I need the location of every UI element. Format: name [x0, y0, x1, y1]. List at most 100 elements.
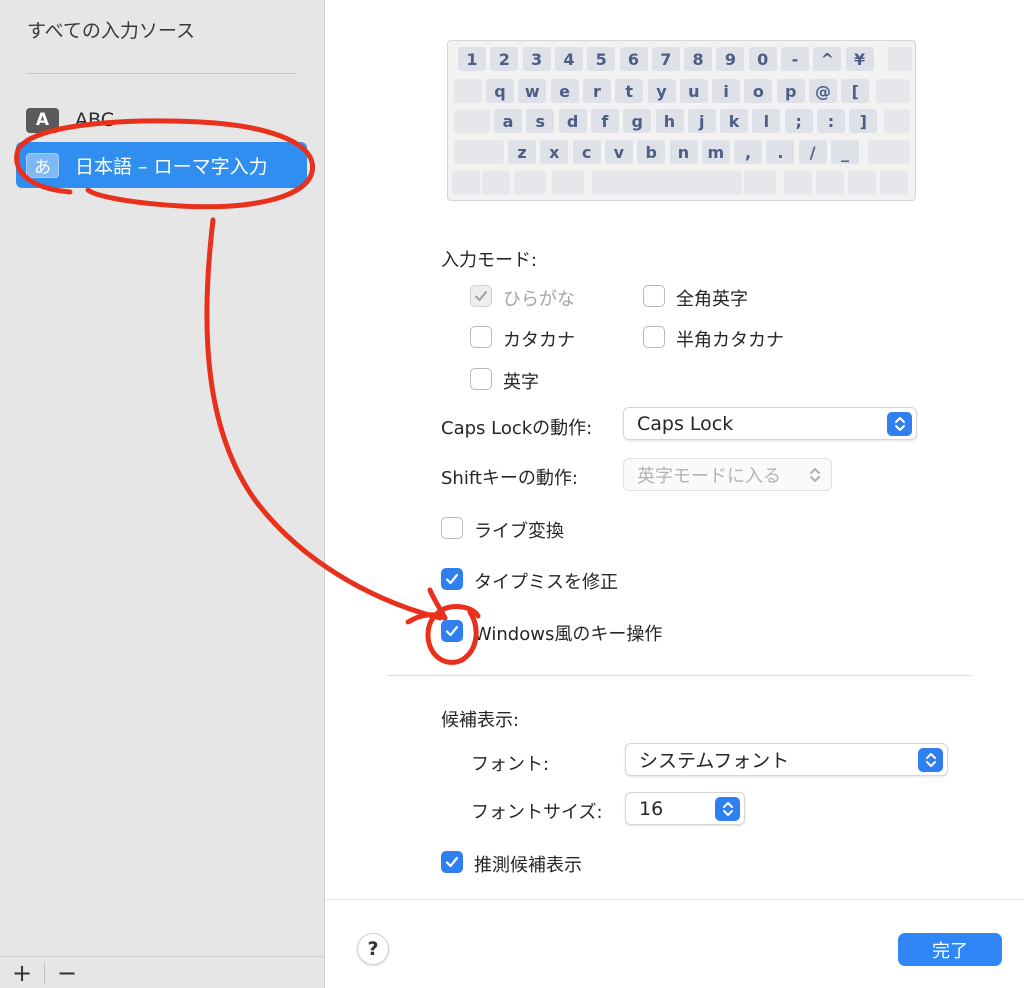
- keyboard-key: b: [637, 140, 666, 164]
- katakana-label: カタカナ: [503, 330, 575, 351]
- keyboard-key: @: [809, 79, 837, 103]
- keyboard-key: c: [572, 140, 601, 164]
- keyboard-key: q: [486, 79, 514, 103]
- keyboard-key: 1: [458, 47, 486, 71]
- keyboard-key-blank: [482, 171, 510, 195]
- windows-keys-checkbox[interactable]: [441, 620, 463, 642]
- font-size-value: 16: [639, 797, 664, 820]
- shift-key-label: Shiftキーの動作:: [441, 468, 578, 489]
- keyboard-key: x: [540, 140, 569, 164]
- keyboard-layout-preview: 1 2 3 4 5 6 7 8 9 0- ^ ¥ q w e r t y u i o p @[a s d f g h j k l;:] z x c…: [447, 40, 916, 201]
- keyboard-key-blank: [454, 109, 490, 133]
- shift-key-popup[interactable]: 英字モードに入る: [623, 458, 832, 491]
- typo-correction-checkbox[interactable]: [441, 568, 463, 590]
- keyboard-key: ¥: [845, 47, 874, 71]
- caps-lock-popup[interactable]: Caps Lock: [623, 407, 917, 440]
- keyboard-key-blank: [514, 171, 546, 195]
- keyboard-key: l: [752, 109, 781, 133]
- keyboard-key-blank: [884, 109, 910, 133]
- footer-divider: [325, 899, 1024, 900]
- candidates-label: 候補表示:: [441, 710, 520, 731]
- katakana-checkbox[interactable]: [470, 326, 492, 348]
- chevron-updown-icon: [715, 797, 740, 821]
- keyboard-key-blank: [452, 171, 480, 195]
- zenkaku-eiji-checkbox[interactable]: [643, 285, 665, 307]
- keyboard-key: z: [508, 140, 536, 164]
- keyboard-key: p: [776, 79, 805, 103]
- sidebar-divider: [26, 73, 297, 74]
- keyboard-key: 2: [490, 47, 519, 71]
- keyboard-key-blank: [880, 171, 908, 195]
- input-source-abc[interactable]: A ABC: [16, 97, 307, 143]
- keyboard-key: h: [655, 109, 684, 133]
- live-conversion-checkbox[interactable]: [441, 517, 463, 539]
- keyboard-key: 5: [587, 47, 616, 71]
- help-button[interactable]: ?: [357, 933, 389, 965]
- keyboard-key-blank: [888, 47, 912, 71]
- abc-icon: A: [26, 107, 59, 133]
- keyboard-key: 8: [684, 47, 713, 71]
- keyboard-key: m: [701, 140, 730, 164]
- keyboard-key: a: [494, 109, 522, 133]
- eiji-label: 英字: [503, 372, 539, 393]
- font-size-label: フォントサイズ:: [471, 802, 603, 823]
- typo-correction-label: タイプミスを修正: [474, 572, 618, 593]
- keyboard-key-blank: [816, 171, 844, 195]
- keyboard-key: _: [831, 140, 859, 164]
- keyboard-key: i: [712, 79, 741, 103]
- font-popup[interactable]: システムフォント: [625, 743, 948, 776]
- keyboard-key: 7: [651, 47, 680, 71]
- input-source-japanese-romaji[interactable]: あ 日本語 – ローマ字入力: [16, 142, 307, 188]
- predictive-candidates-label: 推測候補表示: [474, 855, 582, 876]
- chevron-updown-icon: [918, 748, 943, 772]
- eiji-checkbox[interactable]: [470, 368, 492, 390]
- keyboard-key-blank: [454, 140, 504, 164]
- hiragana-label: ひらがな: [503, 289, 575, 310]
- keyboard-key: y: [647, 79, 676, 103]
- caps-lock-label: Caps Lockの動作:: [441, 418, 593, 439]
- keyboard-key: :: [817, 109, 845, 133]
- keyboard-key: d: [558, 109, 587, 133]
- hiragana-checkbox[interactable]: [470, 285, 492, 307]
- keyboard-key: w: [518, 79, 547, 103]
- remove-input-source-button[interactable]: −: [45, 957, 89, 988]
- hiragana-icon: あ: [26, 152, 59, 178]
- keyboard-key: g: [623, 109, 652, 133]
- windows-keys-label: Windows風のキー操作: [474, 624, 663, 645]
- keyboard-key-blank: [592, 171, 722, 195]
- hankaku-katakana-checkbox[interactable]: [643, 326, 665, 348]
- keyboard-key: -: [781, 47, 809, 71]
- keyboard-key-blank: [868, 140, 910, 164]
- keyboard-key-blank: [454, 79, 482, 103]
- input-source-label: 日本語 – ローマ字入力: [75, 155, 268, 178]
- keyboard-key: s: [526, 109, 555, 133]
- keyboard-key: o: [744, 79, 773, 103]
- checkmark-icon: [445, 856, 459, 868]
- keyboard-key: f: [590, 109, 619, 133]
- add-input-source-button[interactable]: +: [0, 957, 44, 988]
- keyboard-key: 9: [716, 47, 745, 71]
- keyboard-key: k: [720, 109, 749, 133]
- keyboard-key: ,: [734, 140, 763, 164]
- predictive-candidates-checkbox[interactable]: [441, 851, 463, 873]
- keyboard-key: 6: [619, 47, 648, 71]
- keyboard-key: ^: [813, 47, 842, 71]
- keyboard-key: 3: [522, 47, 551, 71]
- keyboard-key: u: [679, 79, 708, 103]
- input-sources-sidebar: すべての入力ソース A ABC あ 日本語 – ローマ字入力 + −: [0, 0, 325, 988]
- keyboard-key: /: [798, 140, 827, 164]
- keyboard-key: n: [669, 140, 698, 164]
- font-size-popup[interactable]: 16: [625, 792, 745, 825]
- done-button[interactable]: 完了: [898, 933, 1002, 966]
- keyboard-key-blank: [744, 171, 776, 195]
- checkmark-icon: [445, 573, 459, 585]
- input-source-label: ABC: [75, 109, 114, 131]
- keyboard-key: e: [550, 79, 579, 103]
- checkmark-icon: [445, 625, 459, 637]
- sidebar-toolbar: + −: [0, 956, 324, 988]
- keyboard-key: 4: [554, 47, 583, 71]
- chevron-updown-icon: [887, 412, 912, 436]
- keyboard-key: r: [582, 79, 611, 103]
- keyboard-key: t: [615, 79, 644, 103]
- keyboard-key: [: [841, 79, 870, 103]
